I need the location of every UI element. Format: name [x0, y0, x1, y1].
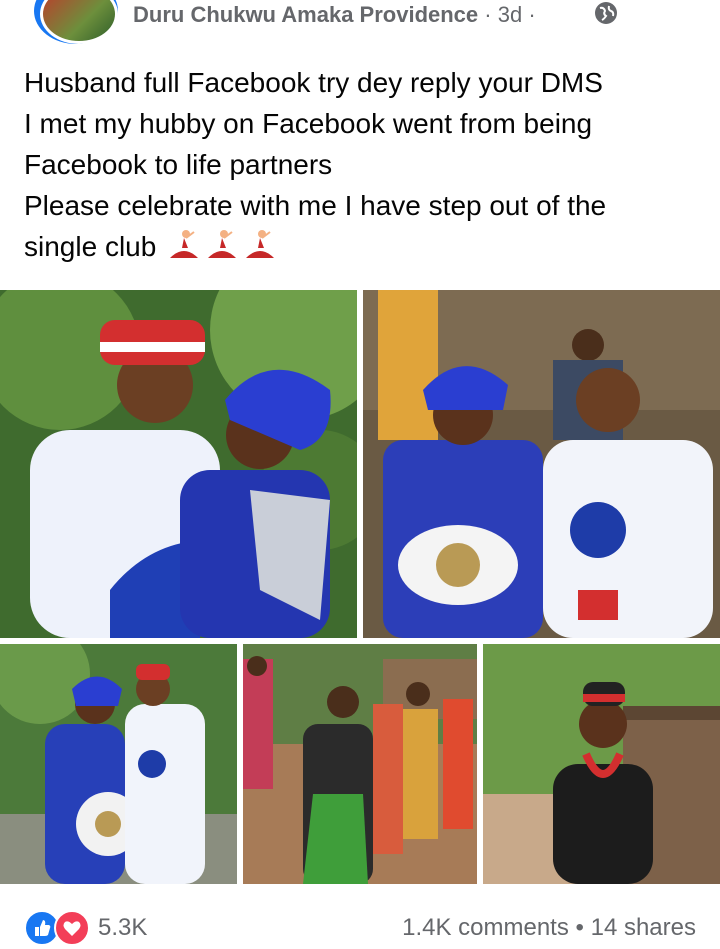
couple-standing-photo[interactable] [0, 644, 237, 884]
reaction-count[interactable]: 5.3K [98, 914, 147, 942]
separator-dot: • [575, 914, 584, 941]
separator-dot: · [484, 2, 492, 27]
separator-dot: · [528, 2, 536, 27]
post-text: Husband full Facebook try dey reply your… [24, 62, 704, 267]
reactions-bar: 5.3K 1.4K comments • 14 shares [0, 900, 720, 946]
post-line: Facebook to life partners [24, 149, 333, 180]
post-timestamp[interactable]: 3d [498, 2, 522, 27]
globe-icon[interactable] [595, 2, 617, 24]
dancer-emoji [170, 230, 199, 258]
comments-count[interactable]: 1.4K comments [402, 914, 569, 941]
engagement-stats: 1.4K comments • 14 shares [402, 914, 696, 942]
post-line: Please celebrate with me I have step out… [24, 190, 607, 221]
shares-count[interactable]: 14 shares [591, 914, 696, 941]
author-line: Duru Chukwu Amaka Providence · 3d · [133, 2, 536, 28]
post-line: I met my hubby on Facebook went from bei… [24, 108, 593, 139]
dancer-emoji [246, 230, 275, 258]
author-name[interactable]: Duru Chukwu Amaka Providence [133, 2, 478, 27]
post-line: Husband full Facebook try dey reply your… [24, 67, 603, 98]
love-icon[interactable] [54, 910, 90, 946]
post-line-last: single club [24, 226, 704, 267]
dancer-emoji [208, 230, 237, 258]
dancing-crowd-photo[interactable] [243, 644, 477, 884]
post-header: Duru Chukwu Amaka Providence · 3d · [0, 0, 720, 44]
couple-portrait-photo[interactable] [0, 290, 357, 638]
bride-portrait-photo[interactable] [483, 644, 720, 884]
post-line: single club [24, 231, 157, 262]
couple-seated-photo[interactable] [363, 290, 720, 638]
